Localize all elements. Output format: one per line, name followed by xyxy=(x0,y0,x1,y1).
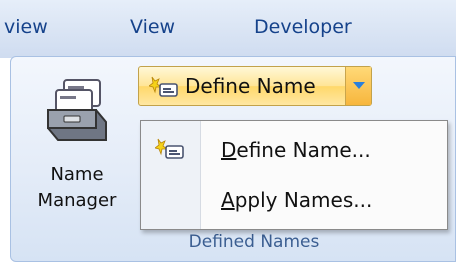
name-manager-label-line2: Manager xyxy=(37,190,117,211)
accelerator-key: A xyxy=(221,188,235,212)
name-manager-button[interactable]: Name Manager xyxy=(14,68,140,232)
ribbon-tab-strip: view View Developer xyxy=(0,0,456,58)
name-manager-label: Name Manager xyxy=(14,162,140,214)
menu-item-apply-names[interactable]: Apply Names... xyxy=(141,177,447,225)
define-name-label: Define Name xyxy=(185,74,316,98)
accelerator-key: D xyxy=(221,138,237,162)
menu-item-label-rest: efine Name... xyxy=(236,138,371,162)
menu-item-apply-names-label: Apply Names... xyxy=(221,188,372,212)
define-name-icon xyxy=(155,138,184,159)
tab-review[interactable]: view xyxy=(4,16,48,38)
menu-item-define-name[interactable]: Define Name... xyxy=(141,127,447,175)
card-file-icon xyxy=(47,79,107,141)
menu-item-define-name-label: Define Name... xyxy=(221,138,371,162)
define-name-split-button: Define Name xyxy=(138,66,372,106)
define-name-dropdown-menu: Define Name... Apply Names... xyxy=(140,120,448,230)
excel-ribbon-screen: view View Developer Name Manager Define … xyxy=(0,0,456,272)
tab-developer[interactable]: Developer xyxy=(254,16,352,38)
chevron-down-icon xyxy=(353,82,365,89)
define-name-dropdown-arrow[interactable] xyxy=(345,67,371,105)
define-name-button[interactable]: Define Name xyxy=(139,67,345,105)
name-manager-label-line1: Name xyxy=(50,164,104,185)
define-name-icon xyxy=(149,76,178,97)
menu-item-label-rest: pply Names... xyxy=(234,188,373,212)
group-label-defined-names: Defined Names xyxy=(188,232,320,252)
tab-view[interactable]: View xyxy=(130,16,175,38)
